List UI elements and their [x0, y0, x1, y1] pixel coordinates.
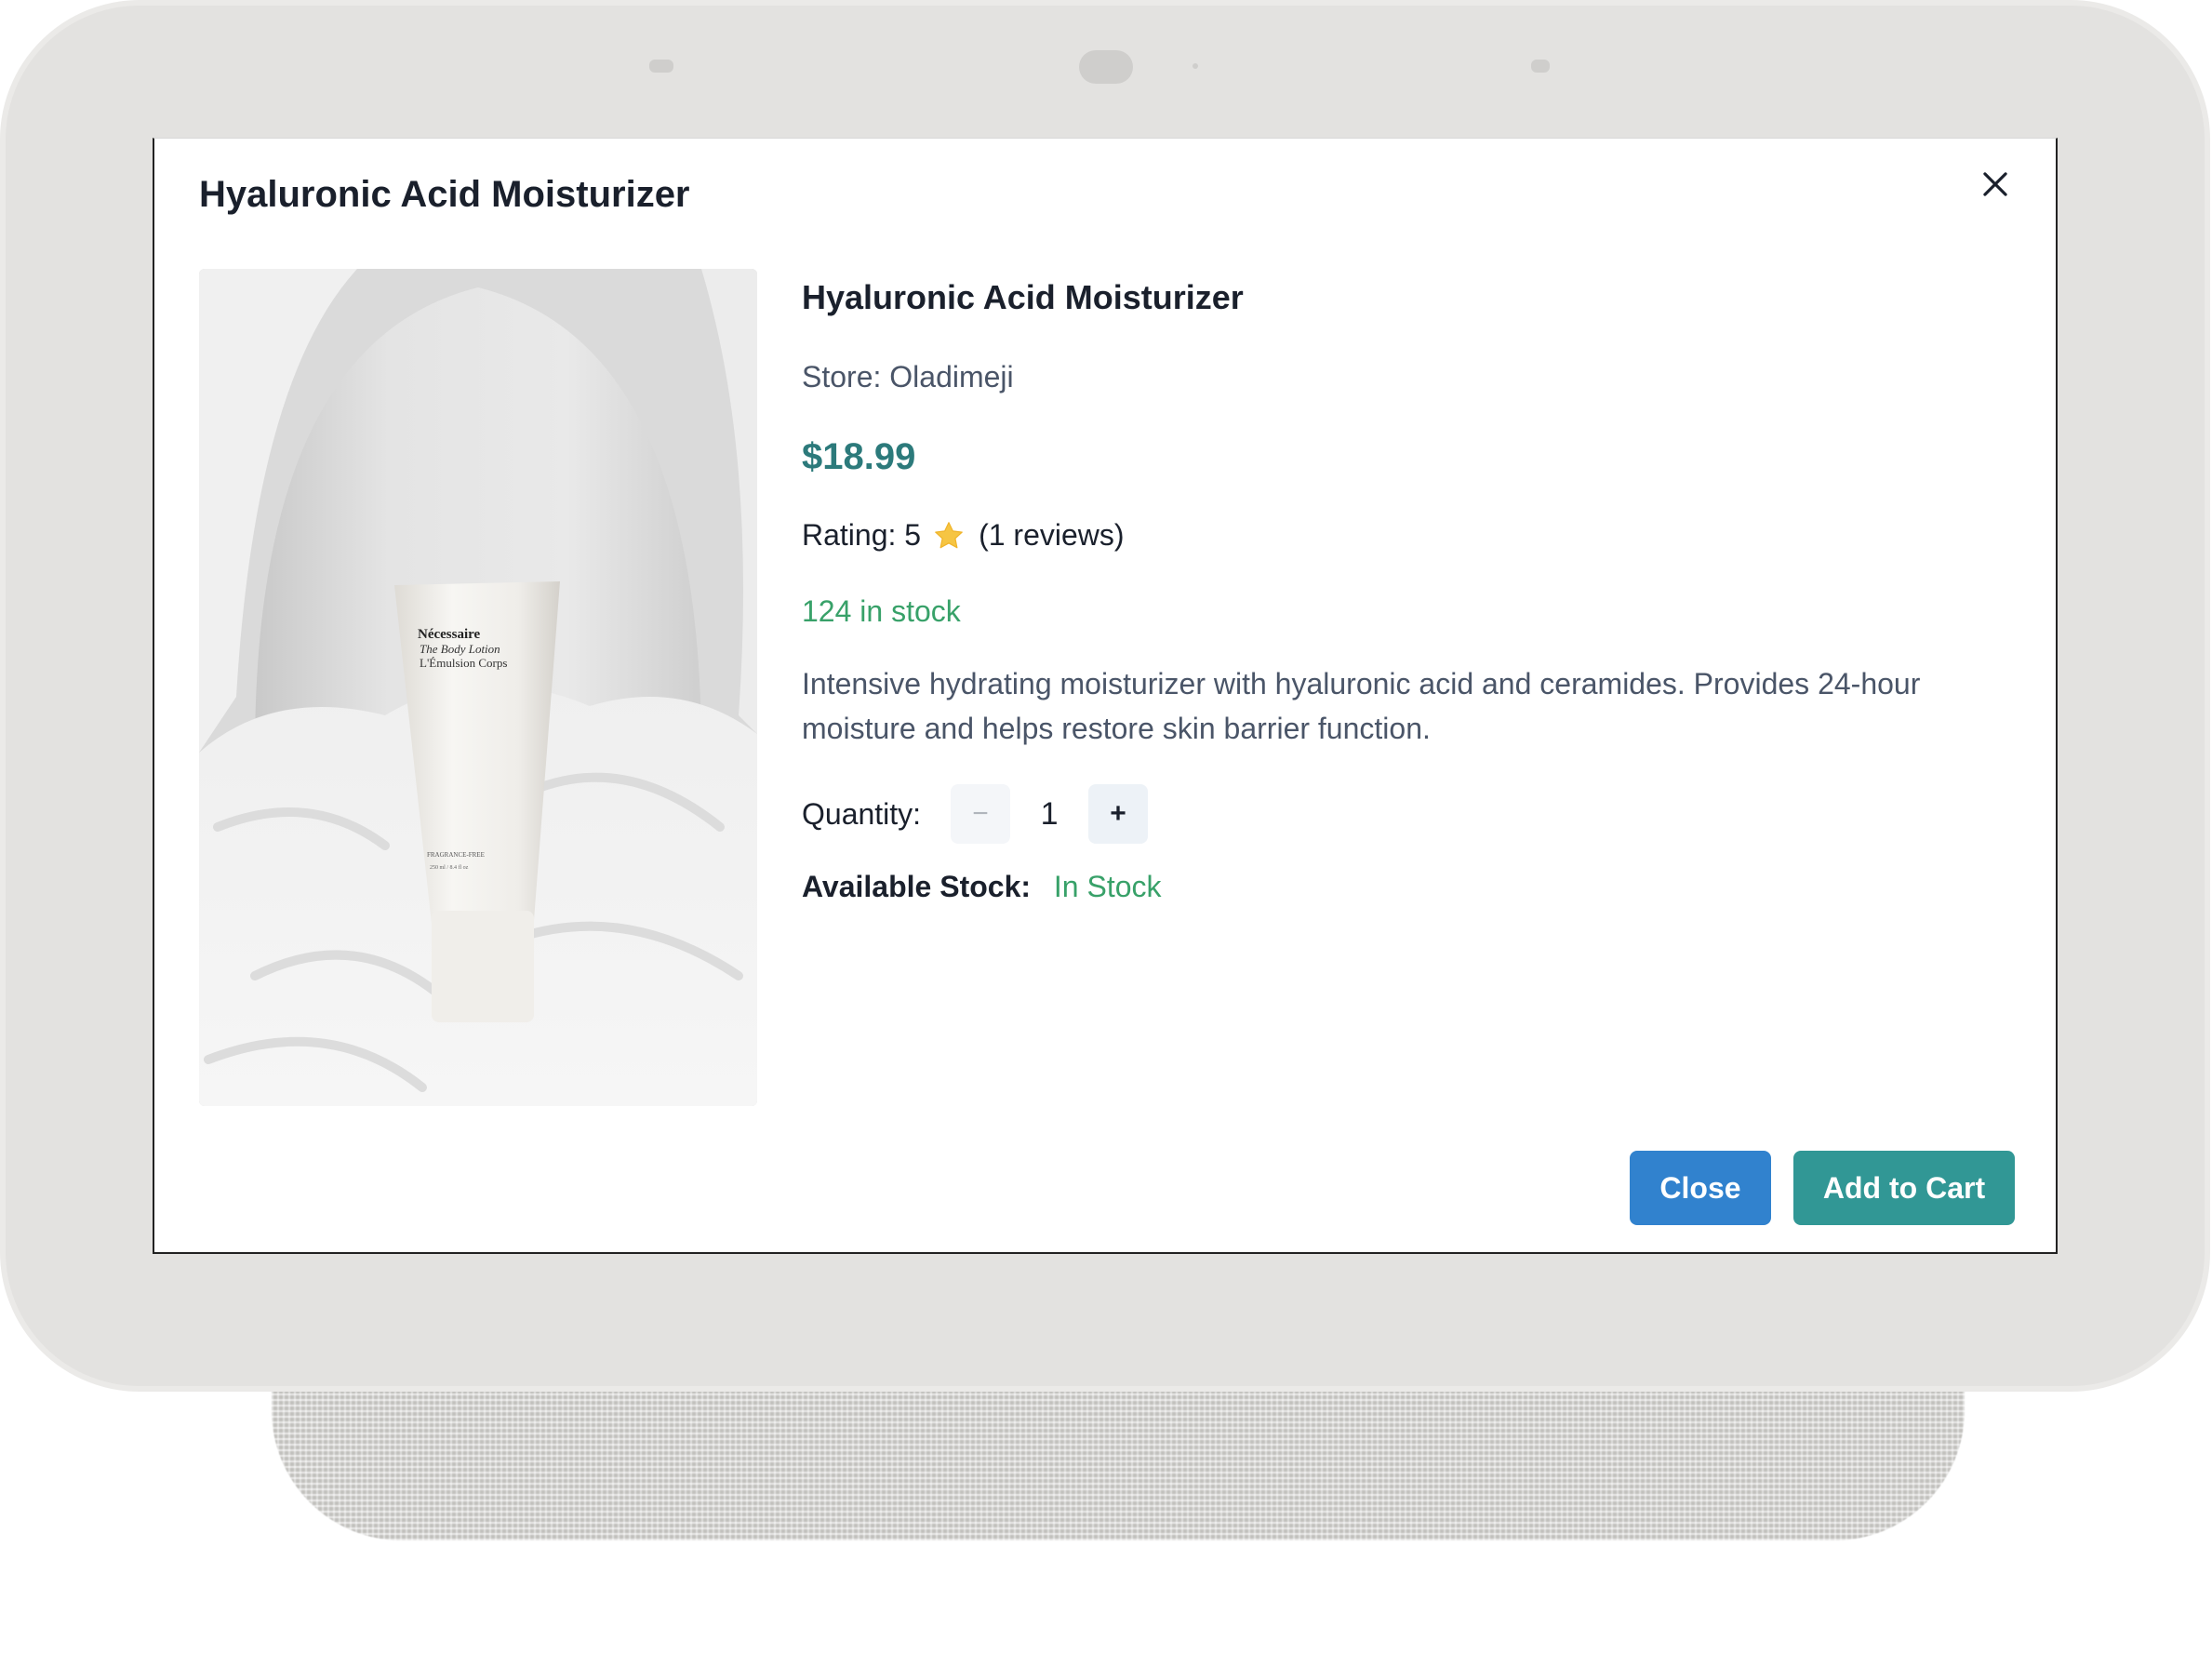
- speaker-fabric-base: [272, 1373, 1965, 1540]
- close-icon[interactable]: [1978, 167, 2013, 202]
- increment-button[interactable]: +: [1088, 784, 1149, 844]
- tube-volume-text: 250 ml / 8.4 fl oz: [430, 864, 469, 871]
- rating-reviews: (1 reviews): [979, 518, 1125, 552]
- tube-footer-text: FRAGRANCE-FREE: [427, 851, 485, 859]
- available-stock: Available Stock: In Stock: [802, 870, 1162, 904]
- modal-title: Hyaluronic Acid Moisturizer: [199, 174, 690, 215]
- product-image: Nécessaire The Body Lotion L'Émulsion Co…: [199, 269, 757, 1106]
- stock-count: 124 in stock: [802, 594, 961, 628]
- star-icon: [932, 519, 966, 553]
- sensor-right: [1531, 60, 1550, 73]
- quantity-value: 1: [1040, 795, 1059, 832]
- tube-brand-text: Nécessaire: [418, 627, 481, 642]
- add-to-cart-button[interactable]: Add to Cart: [1793, 1151, 2015, 1225]
- decrement-button[interactable]: −: [951, 784, 1011, 844]
- product-description: Intensive hydrating moisturizer with hya…: [802, 667, 1921, 745]
- camera-icon: [1079, 50, 1133, 84]
- tube-line1-text: The Body Lotion: [420, 642, 500, 656]
- quantity-stepper: Quantity: − 1 +: [802, 784, 1149, 844]
- quantity-label: Quantity:: [802, 796, 922, 831]
- store-name: Store: Oladimeji: [802, 360, 1014, 393]
- available-stock-value: In Stock: [1053, 870, 1162, 903]
- product-name: Hyaluronic Acid Moisturizer: [802, 278, 1244, 316]
- rating-label: Rating: 5: [802, 518, 922, 552]
- sensor-dot: [1193, 63, 1198, 69]
- product-price: $18.99: [802, 436, 916, 477]
- product-rating: Rating: 5 (1 reviews): [802, 518, 1125, 553]
- sensor-left: [649, 60, 673, 73]
- close-button[interactable]: Close: [1630, 1151, 1771, 1225]
- available-stock-label: Available Stock:: [802, 870, 1032, 903]
- tube-line2-text: L'Émulsion Corps: [420, 656, 507, 670]
- product-modal: Hyaluronic Acid Moisturizer Nécessaire T…: [153, 138, 2058, 1254]
